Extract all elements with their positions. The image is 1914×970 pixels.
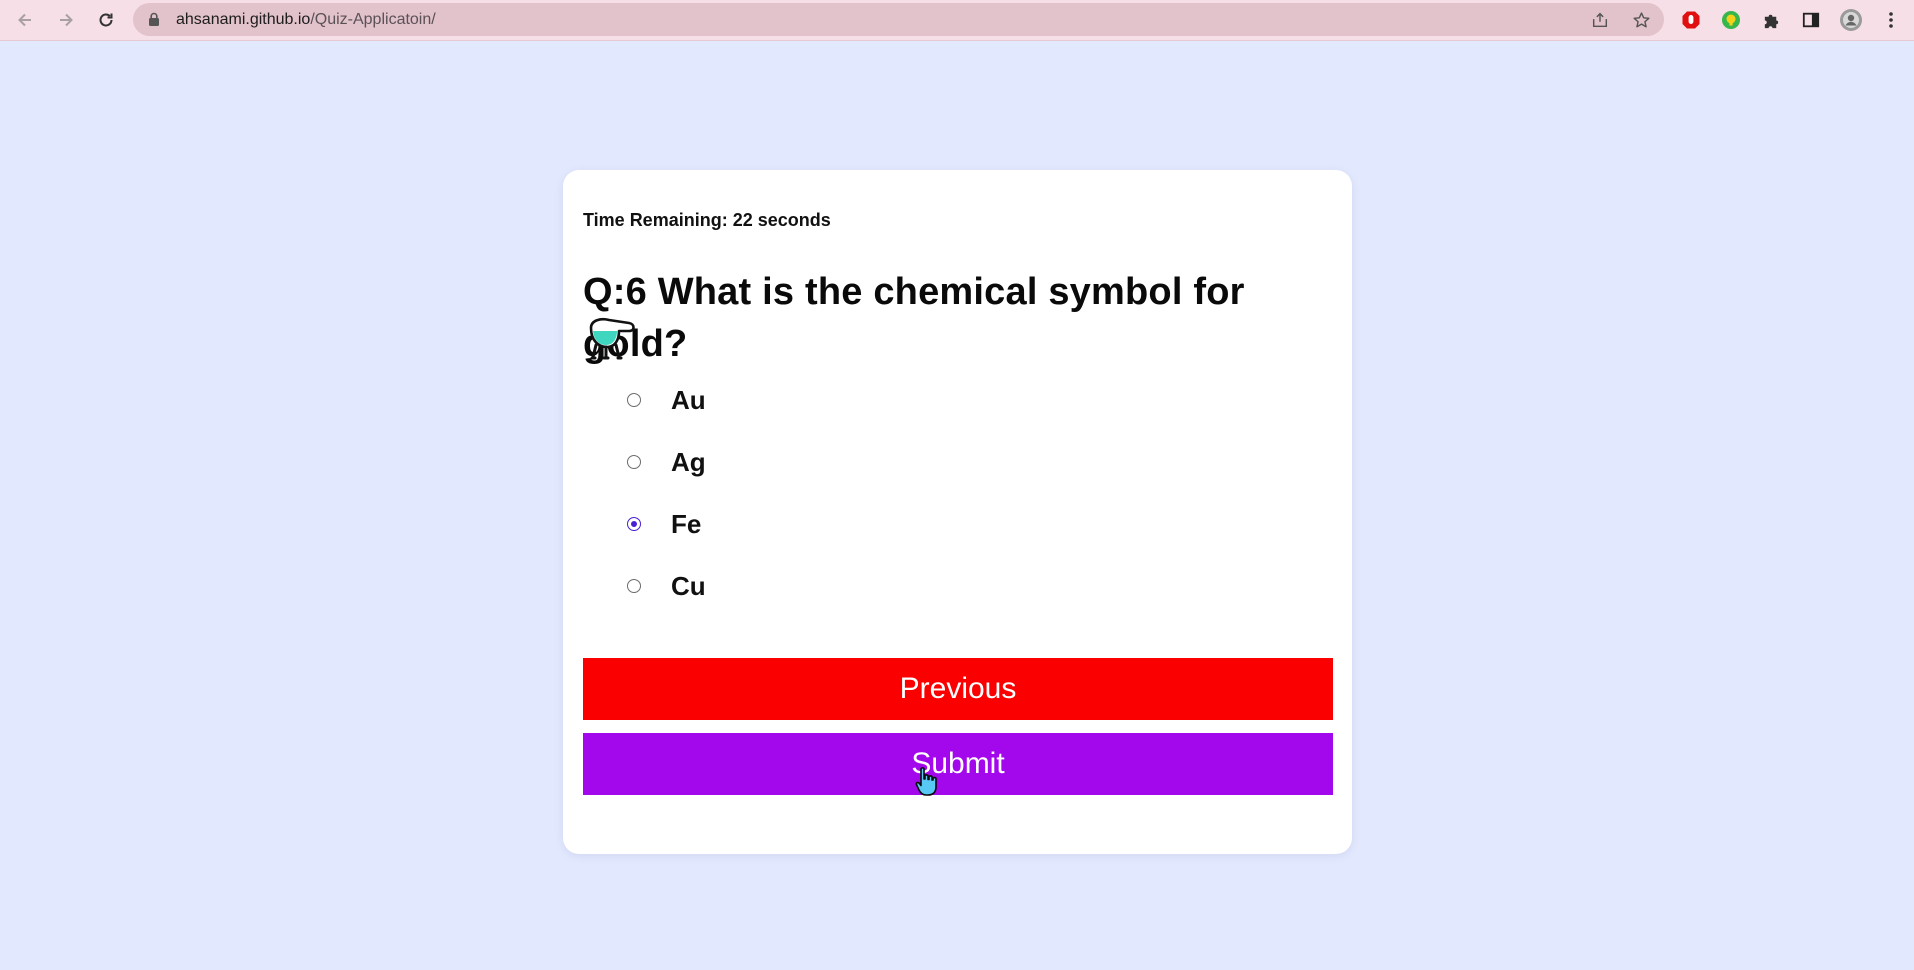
lock-icon [149,12,159,26]
share-icon[interactable] [1589,9,1611,31]
option-label: Fe [671,508,702,539]
star-icon[interactable] [1630,9,1652,31]
time-remaining: Time Remaining: 22 seconds [583,210,831,230]
forward-icon [60,13,73,27]
radio-button[interactable] [627,455,641,469]
reload-icon [99,13,113,27]
side-panel-icon[interactable] [1796,5,1826,35]
address-bar[interactable]: ahsanami.github.io/Quiz-Applicatoin/ [133,3,1664,36]
option-cu[interactable]: Cu [627,566,927,606]
url-text: ahsanami.github.io/Quiz-Applicatoin/ [176,3,436,36]
radio-button[interactable] [627,579,641,593]
previous-button[interactable]: Previous [583,658,1333,720]
url-path: /Quiz-Applicatoin/ [310,11,436,28]
menu-icon[interactable] [1876,5,1906,35]
option-label: Ag [671,446,706,477]
back-button[interactable] [10,5,40,35]
option-au[interactable]: Au [627,380,927,420]
extension-green-icon[interactable] [1716,5,1746,35]
back-icon [18,13,31,27]
test-tube-emoji-icon [589,317,635,360]
submit-button[interactable]: Submit [583,733,1333,795]
puzzle-icon[interactable] [1756,5,1786,35]
quiz-card: Time Remaining: 22 seconds Q:6 What is t… [563,170,1352,854]
question-text: Q:6 What is the chemical symbol for gold… [583,271,1245,365]
option-ag[interactable]: Ag [627,442,927,482]
reload-button[interactable] [91,5,121,35]
hand-cursor-icon [915,767,937,796]
option-label: Cu [671,570,706,601]
extension-red-icon[interactable] [1676,5,1706,35]
browser-toolbar: ahsanami.github.io/Quiz-Applicatoin/ [0,0,1914,41]
option-fe[interactable]: Fe [627,504,927,544]
option-label: Au [671,384,706,415]
profile-avatar[interactable] [1836,5,1866,35]
forward-button[interactable] [51,5,81,35]
radio-button[interactable] [627,393,641,407]
url-host: ahsanami.github.io [176,11,311,28]
radio-button-selected[interactable] [627,517,641,531]
